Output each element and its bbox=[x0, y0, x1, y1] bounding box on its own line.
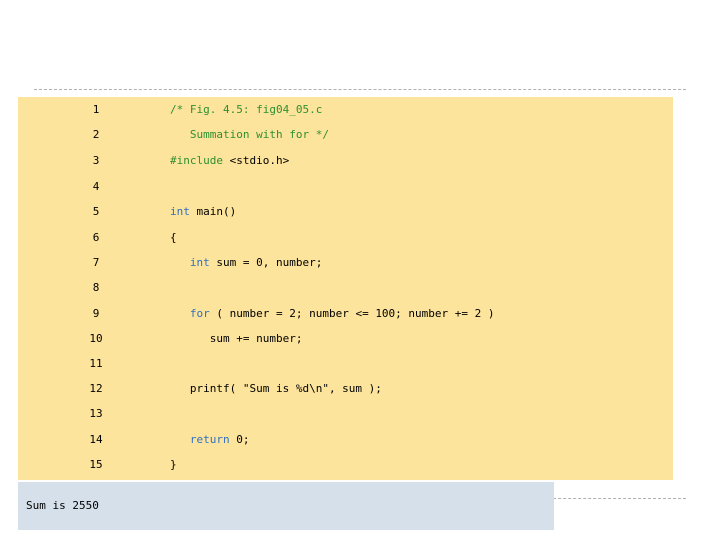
code-text: } bbox=[170, 455, 177, 475]
code-listing-panel: 1 /* Fig. 4.5: fig04_05.c 2 Summation with… bbox=[18, 97, 673, 480]
code-token-plain: } bbox=[170, 458, 177, 471]
code-text: printf( "Sum is %d\n", sum ); bbox=[170, 379, 382, 399]
code-token-keyword: return bbox=[189, 433, 230, 446]
code-line: 15} bbox=[18, 455, 673, 475]
top-divider bbox=[34, 89, 686, 90]
code-token-plain: ( number = 2; number <= 100; number += 2… bbox=[209, 307, 495, 320]
code-line: 1 /* Fig. 4.5: fig04_05.c bbox=[18, 100, 673, 120]
program-output-text: Sum is 2550 bbox=[26, 499, 99, 512]
code-line: 2 Summation with for */ bbox=[18, 125, 673, 145]
line-number: 5 bbox=[92, 205, 100, 218]
line-number: 14 bbox=[89, 433, 103, 446]
code-token-plain: printf( "Sum is %d\n", sum ); bbox=[170, 382, 382, 395]
line-number: 8 bbox=[92, 281, 100, 294]
line-number: 15 bbox=[89, 458, 103, 471]
code-text: #include <stdio.h> bbox=[170, 151, 289, 171]
code-text: for ( number = 2; number <= 100; number … bbox=[170, 304, 495, 324]
code-line: 13 bbox=[18, 404, 673, 424]
code-text: /* Fig. 4.5: fig04_05.c bbox=[170, 100, 322, 120]
code-token-plain: main() bbox=[189, 205, 237, 218]
code-line: 8 bbox=[18, 278, 673, 298]
code-text: { bbox=[170, 228, 177, 248]
line-number: 4 bbox=[92, 180, 100, 193]
code-token-preprocessor: #include bbox=[170, 154, 223, 167]
code-text: int main() bbox=[170, 202, 236, 222]
code-token-keyword: int bbox=[189, 256, 210, 269]
line-number: 1 bbox=[92, 103, 100, 116]
code-line: 4 bbox=[18, 177, 673, 197]
line-number: 6 bbox=[92, 231, 100, 244]
code-line: 10 sum += number; bbox=[18, 329, 673, 349]
code-line: 12 printf( "Sum is %d\n", sum ); bbox=[18, 379, 673, 399]
code-token-plain: sum = 0, number; bbox=[209, 256, 323, 269]
code-text: return 0; bbox=[170, 430, 250, 450]
program-output-panel: Sum is 2550 bbox=[18, 482, 554, 530]
line-number: 3 bbox=[92, 154, 100, 167]
code-token-keyword: for bbox=[189, 307, 210, 320]
code-line: 9 for ( number = 2; number <= 100; numbe… bbox=[18, 304, 673, 324]
code-line: 14 return 0; bbox=[18, 430, 673, 450]
line-number: 12 bbox=[89, 382, 103, 395]
line-number: 10 bbox=[89, 332, 103, 345]
code-line: 6{ bbox=[18, 228, 673, 248]
code-line: 3 #include <stdio.h> bbox=[18, 151, 673, 171]
code-token-comment: Summation with for */ bbox=[170, 128, 329, 141]
code-line: 11 bbox=[18, 354, 673, 374]
line-number: 11 bbox=[89, 357, 103, 370]
code-text: Summation with for */ bbox=[170, 125, 329, 145]
code-line: 7 int sum = 0, number; bbox=[18, 253, 673, 273]
code-token-plain: sum += number; bbox=[170, 332, 303, 345]
line-number: 13 bbox=[89, 407, 103, 420]
code-token-keyword: int bbox=[170, 205, 190, 218]
code-text: int sum = 0, number; bbox=[170, 253, 322, 273]
line-number: 7 bbox=[92, 256, 100, 269]
code-text: sum += number; bbox=[170, 329, 303, 349]
line-number: 9 bbox=[92, 307, 100, 320]
code-line: 5 int main() bbox=[18, 202, 673, 222]
code-token-plain: <stdio.h> bbox=[222, 154, 290, 167]
code-token-plain: 0; bbox=[229, 433, 250, 446]
line-number: 2 bbox=[92, 128, 100, 141]
code-token-plain: { bbox=[170, 231, 177, 244]
code-token-comment: /* Fig. 4.5: fig04_05.c bbox=[170, 103, 323, 116]
